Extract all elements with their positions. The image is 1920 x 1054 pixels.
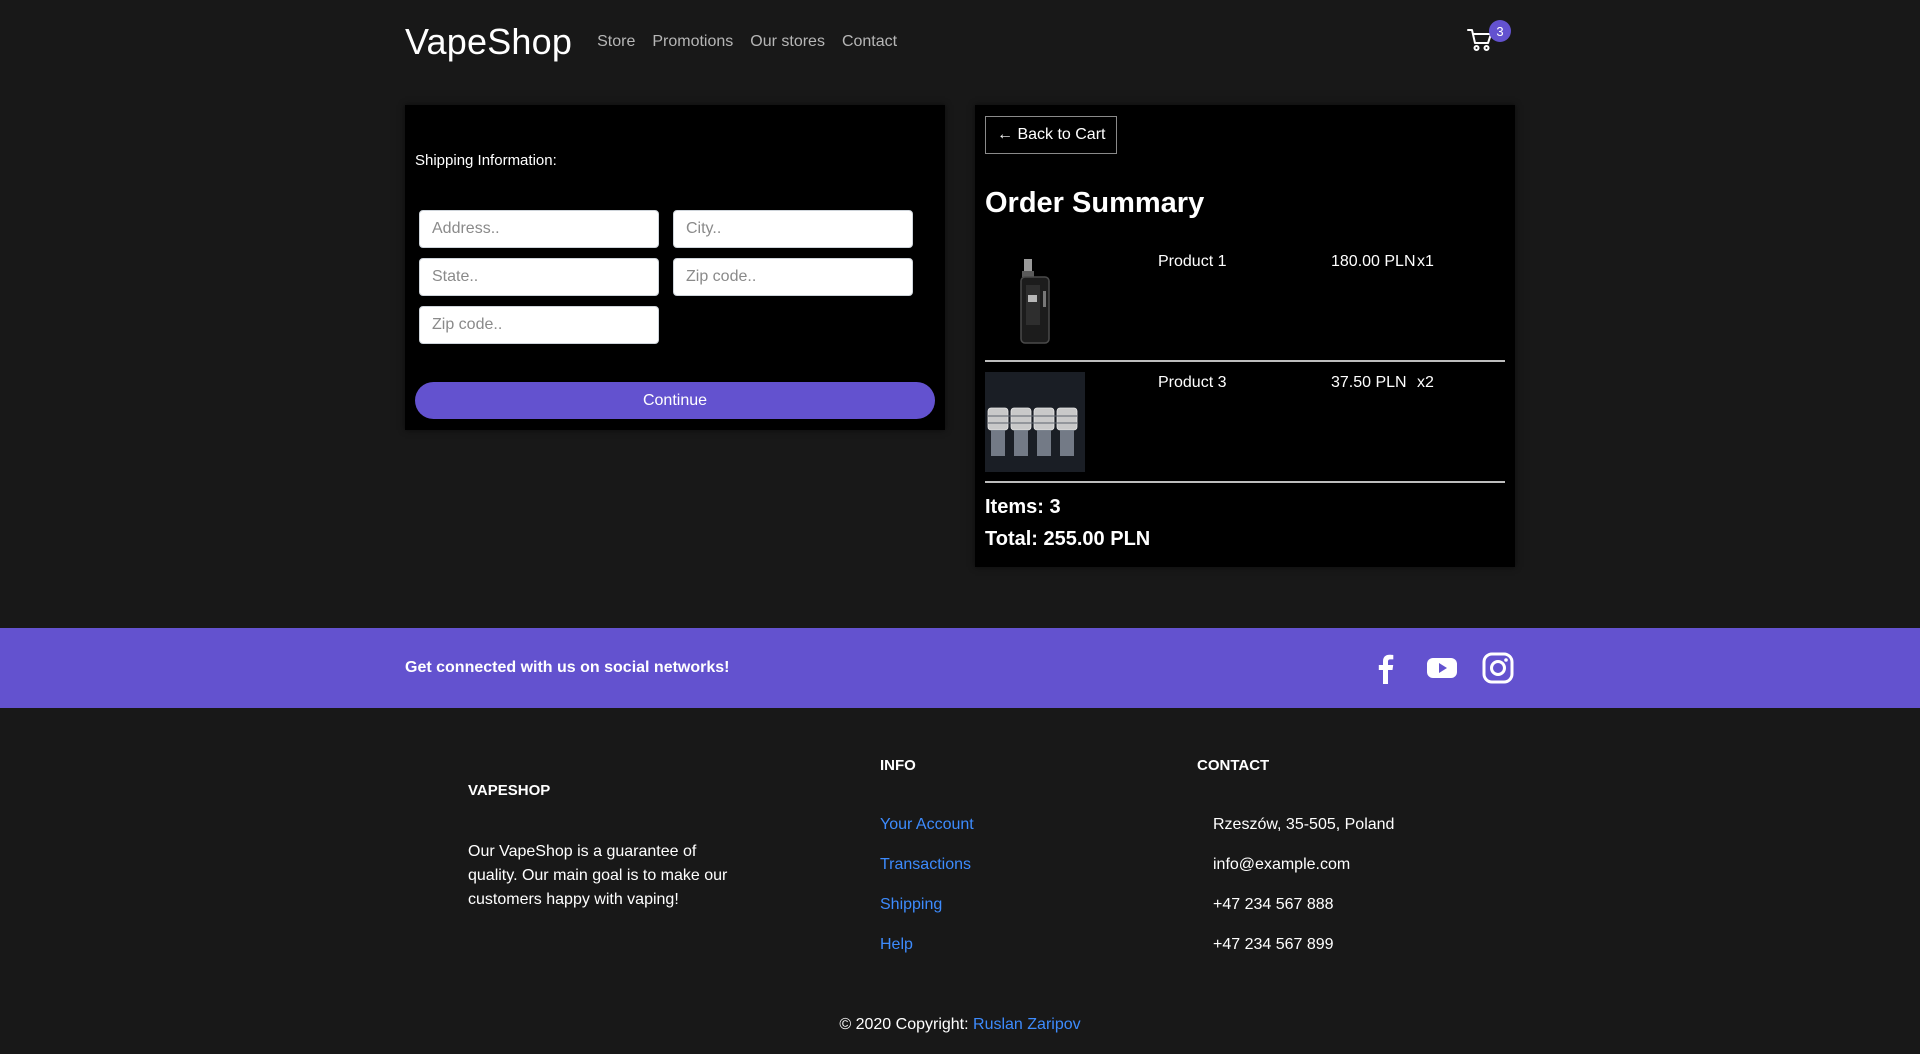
product-quantity: x1: [1417, 253, 1434, 270]
nav-link-store[interactable]: Store: [597, 33, 635, 51]
youtube-icon[interactable]: [1424, 650, 1460, 686]
order-total: Total: 255.00 PLN: [985, 528, 1151, 550]
address-input[interactable]: [419, 210, 659, 248]
social-icons: [1368, 650, 1516, 686]
product-name: Product 3: [1158, 374, 1227, 391]
product-price: 37.50 PLN: [1331, 374, 1407, 391]
footer-link-shipping[interactable]: Shipping: [880, 896, 942, 914]
social-bar-text: Get connected with us on social networks…: [405, 659, 730, 676]
cart-button[interactable]: 3: [1467, 20, 1511, 58]
shipping-form-panel: Shipping Information: Continue: [405, 105, 945, 430]
vape-mod-image: [985, 251, 1085, 351]
footer-link-your-account[interactable]: Your Account: [880, 816, 974, 834]
cart-count-badge: 3: [1489, 20, 1511, 42]
city-input[interactable]: [673, 210, 913, 248]
zip-code-input-2[interactable]: [419, 306, 659, 344]
navbar: VapeShop Store Promotions Our stores Con…: [405, 0, 1515, 84]
shipping-title: Shipping Information:: [415, 152, 557, 169]
contact-email: info@example.com: [1213, 856, 1351, 873]
footer-link-transactions[interactable]: Transactions: [880, 856, 971, 874]
footer-link-help[interactable]: Help: [880, 936, 913, 954]
footer-about-text: Our VapeShop is a guarantee of quality. …: [468, 843, 728, 908]
nav-links: Store Promotions Our stores Contact: [597, 33, 897, 51]
back-to-cart-button[interactable]: ← Back to Cart: [985, 116, 1118, 154]
footer-about-title: VAPESHOP: [468, 782, 551, 799]
order-summary-panel: ← Back to Cart Order Summary Product 1 1…: [975, 105, 1515, 567]
nav-link-promotions[interactable]: Promotions: [652, 33, 733, 51]
social-bar: Get connected with us on social networks…: [0, 628, 1920, 708]
product-quantity: x2: [1417, 374, 1434, 391]
brand-logo[interactable]: VapeShop: [405, 21, 572, 63]
drip-tips-image: [985, 372, 1085, 472]
items-count: Items: 3: [985, 496, 1061, 518]
contact-phone-2: +47 234 567 899: [1213, 936, 1334, 953]
copyright: © 2020 Copyright: Ruslan Zaripov: [0, 1016, 1920, 1034]
order-summary-title: Order Summary: [985, 187, 1205, 219]
footer-info-title: INFO: [880, 757, 916, 774]
facebook-icon[interactable]: [1368, 650, 1404, 686]
order-item-row: Product 3 37.50 PLN x2: [985, 362, 1505, 483]
footer-contact-title: CONTACT: [1197, 757, 1270, 774]
nav-link-our-stores[interactable]: Our stores: [750, 33, 825, 51]
copyright-author-link[interactable]: Ruslan Zaripov: [973, 1016, 1081, 1033]
instagram-icon[interactable]: [1480, 650, 1516, 686]
order-item-row: Product 1 180.00 PLN x1: [985, 241, 1505, 362]
continue-button[interactable]: Continue: [415, 382, 935, 419]
contact-address: Rzeszów, 35-505, Poland: [1213, 816, 1395, 833]
copyright-text: © 2020 Copyright:: [839, 1016, 974, 1033]
product-name: Product 1: [1158, 253, 1227, 270]
state-input[interactable]: [419, 258, 659, 296]
nav-link-contact[interactable]: Contact: [842, 33, 897, 51]
contact-phone-1: +47 234 567 888: [1213, 896, 1334, 913]
product-price: 180.00 PLN: [1331, 253, 1416, 270]
zip-code-input[interactable]: [673, 258, 913, 296]
